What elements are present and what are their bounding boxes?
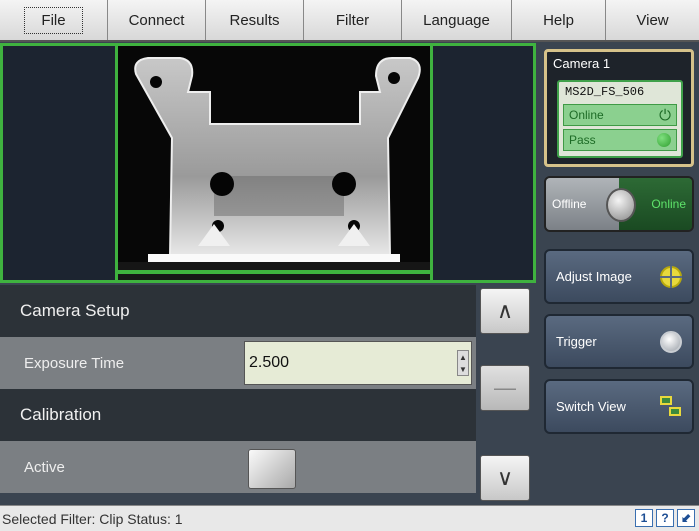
chevron-up-icon: ∧ xyxy=(496,298,514,323)
scroll-middle-button[interactable]: — xyxy=(480,365,530,411)
online-status-label: Online xyxy=(569,108,604,122)
menu-results-label: Results xyxy=(229,11,280,29)
switch-view-icon xyxy=(660,395,682,418)
camera-image[interactable] xyxy=(115,46,433,280)
toggle-knob-icon[interactable] xyxy=(606,188,636,222)
active-row: Active xyxy=(0,441,476,493)
calibration-header[interactable]: Calibration xyxy=(0,389,476,441)
camera-status-box: MS2D_FS_506 Online ⏻ Pass xyxy=(557,80,683,158)
camera-model: MS2D_FS_506 xyxy=(565,85,645,99)
menu-language-label: Language xyxy=(423,11,490,29)
switch-view-label: Switch View xyxy=(556,399,626,414)
trigger-label: Trigger xyxy=(556,334,597,349)
menu-bar: File Connect Results Filter Language Hel… xyxy=(0,0,699,42)
active-checkbox[interactable] xyxy=(248,449,296,489)
menu-help[interactable]: Help xyxy=(512,0,606,40)
status-text: Selected Filter: Clip Status: 1 xyxy=(2,510,183,527)
camera-title: Camera 1 xyxy=(553,56,611,71)
exposure-time-input[interactable]: 2.500 ▲ ▼ xyxy=(244,341,472,385)
pass-indicator-icon xyxy=(657,133,671,147)
metal-part-image xyxy=(118,46,430,280)
adjust-image-button[interactable]: Adjust Image xyxy=(544,249,694,304)
chevron-down-icon: ∨ xyxy=(496,465,514,490)
camera-setup-header[interactable]: Camera Setup xyxy=(0,285,476,337)
pass-status-label: Pass xyxy=(569,133,596,147)
menu-results[interactable]: Results xyxy=(206,0,304,40)
menu-view[interactable]: View xyxy=(606,0,699,40)
online-status: Online ⏻ xyxy=(563,104,677,126)
exposure-time-label: Exposure Time xyxy=(24,354,125,372)
exposure-time-value: 2.500 xyxy=(249,354,290,371)
menu-filter-label: Filter xyxy=(335,11,370,29)
exposure-spinner[interactable]: ▲ ▼ xyxy=(457,350,469,376)
spin-up-icon[interactable]: ▲ xyxy=(459,353,467,362)
pin-icon[interactable]: ⬋ xyxy=(677,509,695,527)
online-offline-toggle[interactable]: Offline Online xyxy=(544,176,694,232)
right-panel: Camera 1 MS2D_FS_506 Online ⏻ Pass Offli… xyxy=(536,43,699,505)
settings-panel: Camera Setup Exposure Time 2.500 ▲ ▼ Cal… xyxy=(0,285,476,505)
menu-file[interactable]: File xyxy=(0,0,108,40)
menu-filter[interactable]: Filter xyxy=(304,0,402,40)
menu-connect[interactable]: Connect xyxy=(108,0,206,40)
menu-view-label: View xyxy=(636,11,669,29)
help-icon[interactable]: ? xyxy=(656,509,674,527)
pass-status: Pass xyxy=(563,129,677,151)
active-label: Active xyxy=(24,458,65,476)
menu-file-label: File xyxy=(24,6,83,34)
crosshair-icon xyxy=(660,265,682,288)
trigger-icon xyxy=(660,330,682,353)
scroll-controls: ∧ — ∨ xyxy=(476,285,536,505)
scroll-up-button[interactable]: ∧ xyxy=(480,288,530,334)
camera-card[interactable]: Camera 1 MS2D_FS_506 Online ⏻ Pass xyxy=(544,49,694,167)
scroll-down-button[interactable]: ∨ xyxy=(480,455,530,501)
status-icons: 1 ? ⬋ xyxy=(635,509,695,527)
switch-view-button[interactable]: Switch View xyxy=(544,379,694,434)
adjust-image-label: Adjust Image xyxy=(556,269,632,284)
status-bar: Selected Filter: Clip Status: 1 1 ? ⬋ xyxy=(0,505,699,531)
camera-image-area[interactable] xyxy=(0,43,536,283)
menu-help-label: Help xyxy=(543,11,574,29)
spin-down-icon[interactable]: ▼ xyxy=(459,365,467,374)
trigger-button[interactable]: Trigger xyxy=(544,314,694,369)
power-icon: ⏻ xyxy=(659,106,671,124)
dash-icon: — xyxy=(494,375,516,400)
menu-connect-label: Connect xyxy=(128,11,185,29)
page-one-icon[interactable]: 1 xyxy=(635,509,653,527)
menu-language[interactable]: Language xyxy=(402,0,512,40)
